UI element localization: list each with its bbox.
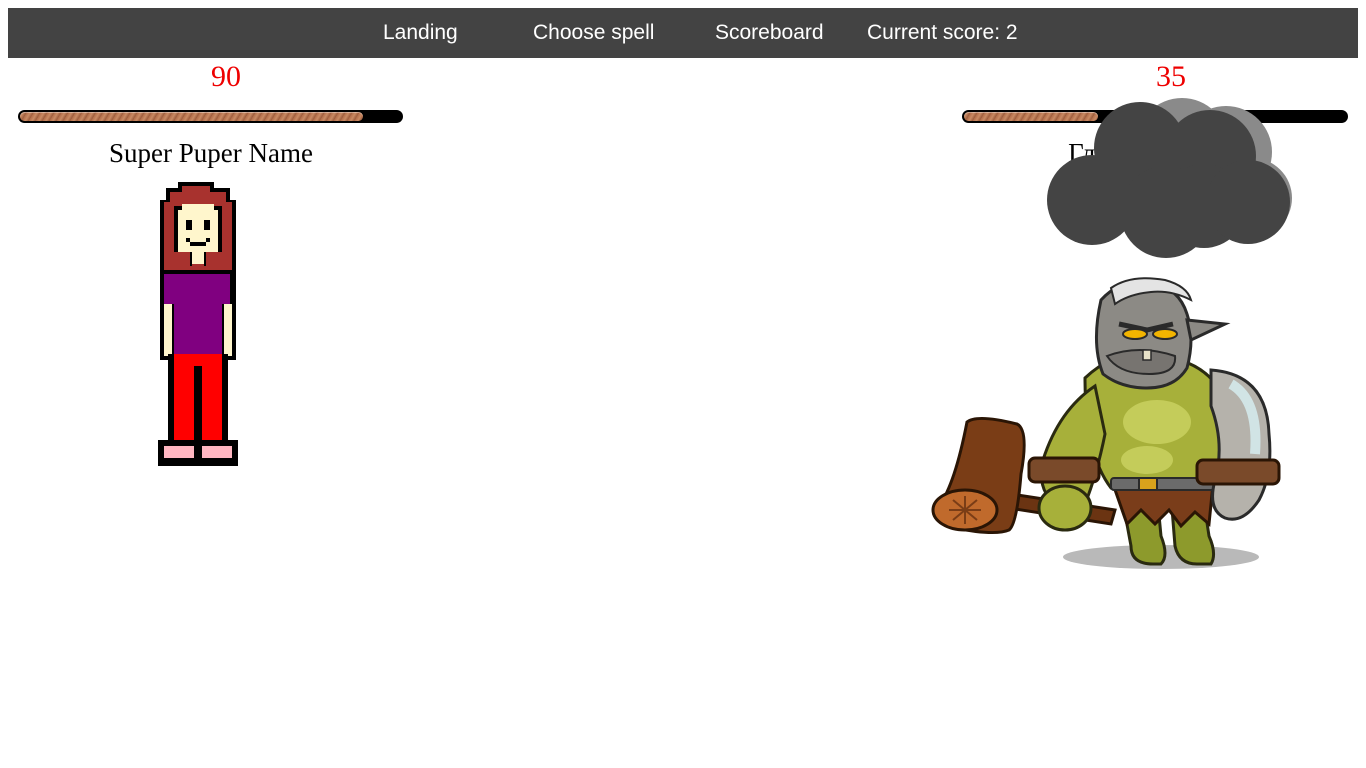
player-health-bar [18,110,403,123]
nav-scoreboard-link[interactable]: Scoreboard [715,8,824,58]
player-sprite [158,182,238,466]
player-hp-value: 90 [211,60,241,93]
troll-sprite [931,277,1281,569]
storm-cloud-icon [1047,98,1292,258]
game-screen: Landing Choose spell Scoreboard Current … [0,0,1366,768]
nav-landing-link[interactable]: Landing [383,8,458,58]
player-health-fill [20,112,363,121]
top-nav: Landing Choose spell Scoreboard Current … [8,8,1358,58]
current-score: Current score: 2 [867,21,1018,44]
player-name: Super Puper Name [109,138,313,168]
enemy-hp-value: 35 [1156,60,1186,93]
nav-choose-spell-link[interactable]: Choose spell [533,8,654,58]
